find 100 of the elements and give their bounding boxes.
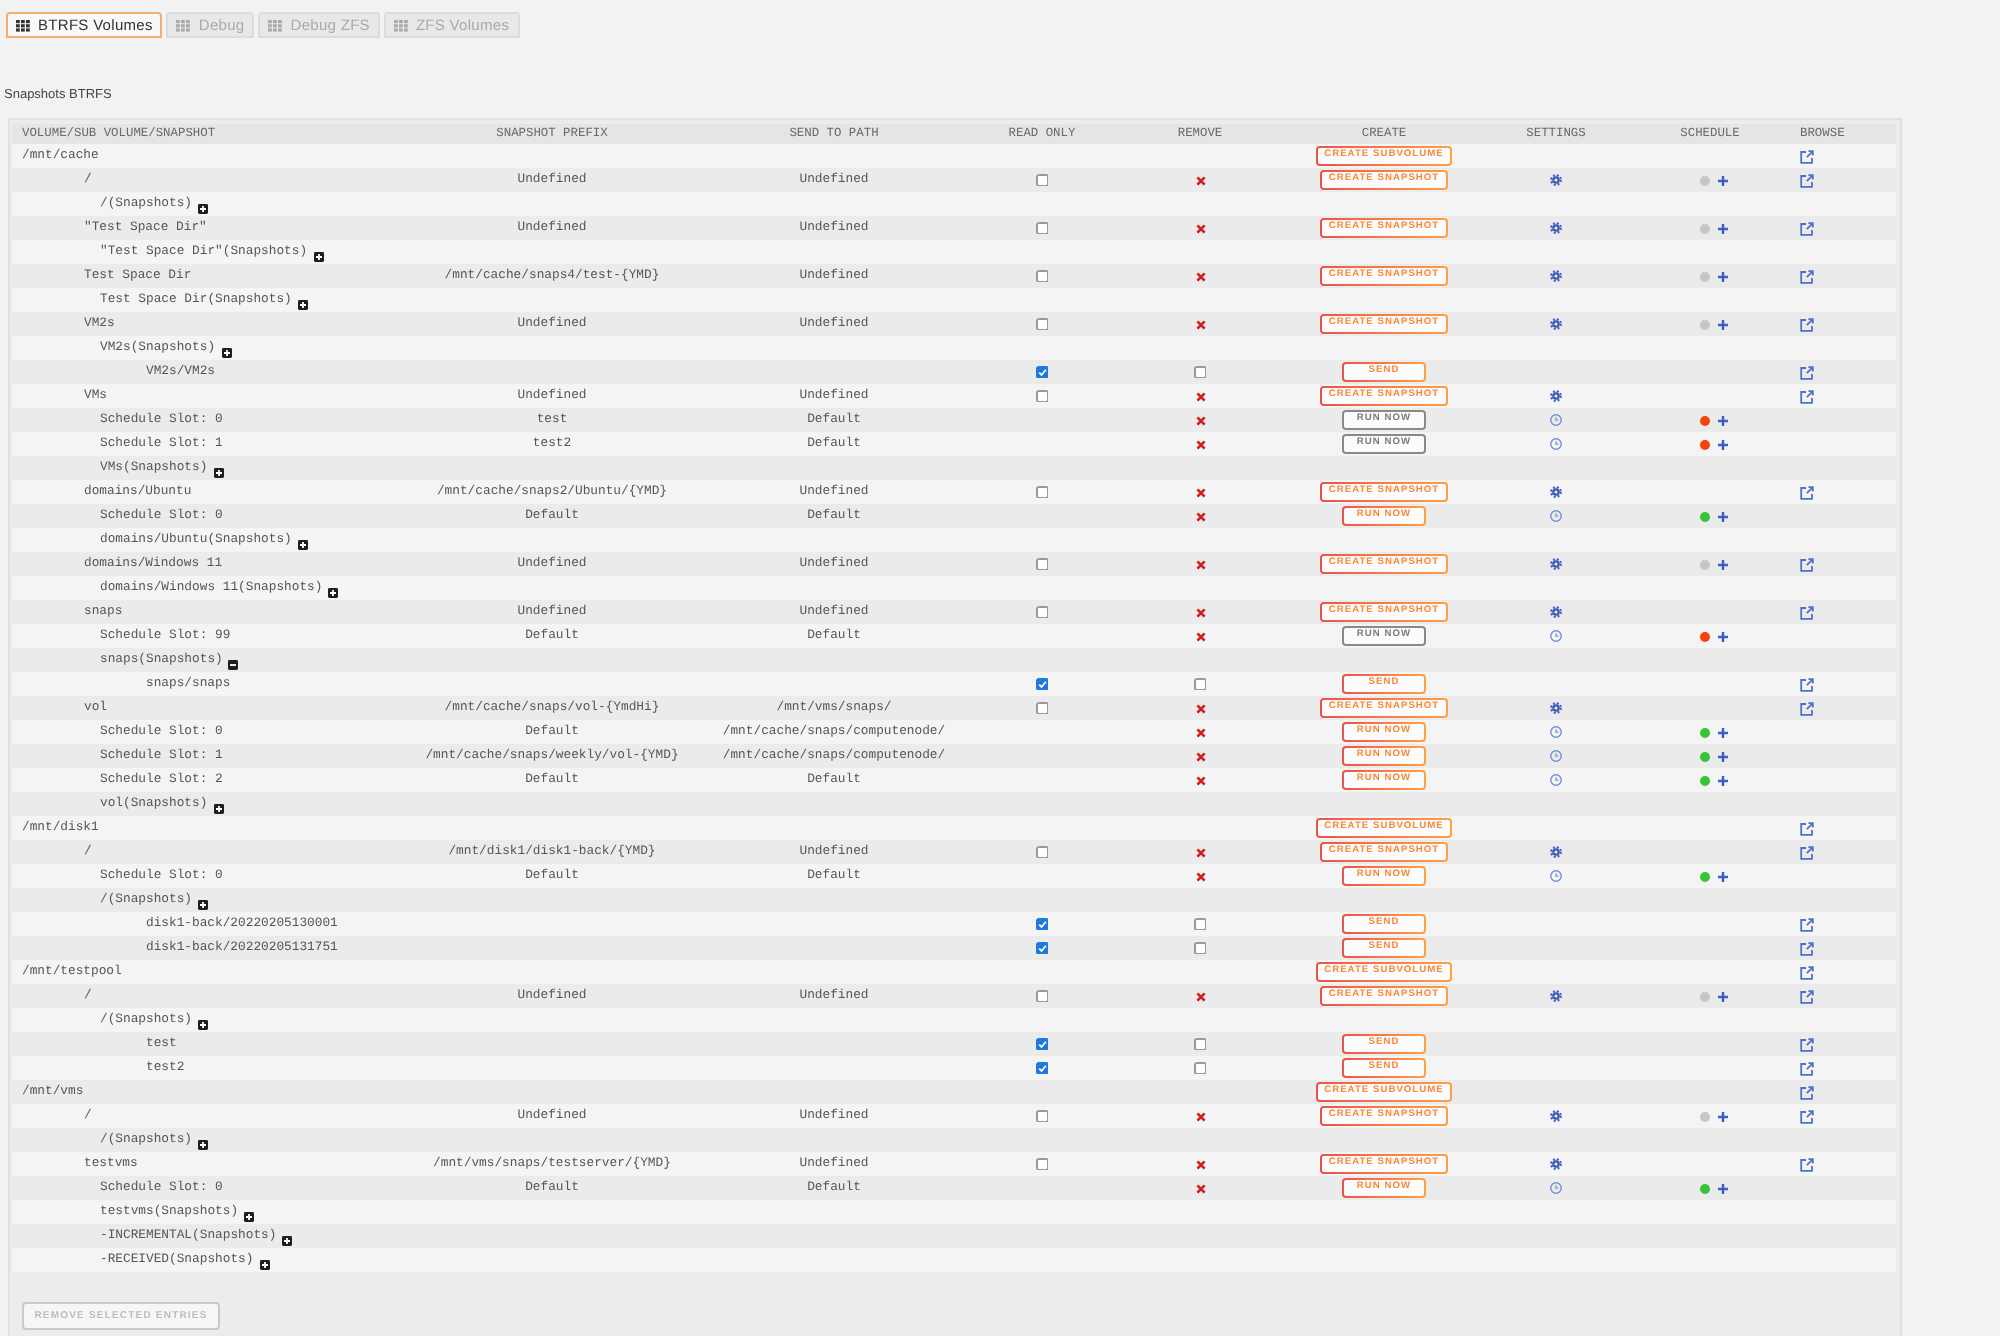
- read-only-checkbox[interactable]: [1035, 317, 1049, 331]
- settings-icon[interactable]: [1550, 1158, 1562, 1170]
- external-link-icon[interactable]: [1800, 389, 1814, 403]
- settings-icon[interactable]: [1550, 174, 1562, 186]
- clock-icon[interactable]: [1550, 1182, 1562, 1194]
- external-link-icon[interactable]: [1800, 173, 1814, 187]
- delete-icon[interactable]: [1195, 319, 1205, 329]
- plus-icon[interactable]: [1717, 727, 1727, 737]
- read-only-checkbox[interactable]: [1035, 941, 1049, 955]
- plus-icon[interactable]: [1717, 415, 1727, 425]
- plus-icon[interactable]: [1717, 1183, 1727, 1193]
- remove-checkbox[interactable]: [1193, 365, 1207, 379]
- external-link-icon[interactable]: [1800, 917, 1814, 931]
- external-link-icon[interactable]: [1800, 701, 1814, 715]
- settings-icon[interactable]: [1550, 390, 1562, 402]
- settings-icon[interactable]: [1550, 270, 1562, 282]
- plus-icon[interactable]: [1717, 559, 1727, 569]
- delete-icon[interactable]: [1195, 511, 1205, 521]
- external-link-icon[interactable]: [1800, 989, 1814, 1003]
- read-only-checkbox[interactable]: [1035, 677, 1049, 691]
- read-only-checkbox[interactable]: [1035, 701, 1049, 715]
- clock-icon[interactable]: [1550, 414, 1562, 426]
- settings-icon[interactable]: [1550, 990, 1562, 1002]
- clock-icon[interactable]: [1550, 630, 1562, 642]
- external-link-icon[interactable]: [1800, 1109, 1814, 1123]
- plus-icon[interactable]: [1717, 319, 1727, 329]
- settings-icon[interactable]: [1550, 1110, 1562, 1122]
- clock-icon[interactable]: [1550, 438, 1562, 450]
- settings-icon[interactable]: [1550, 486, 1562, 498]
- delete-icon[interactable]: [1195, 559, 1205, 569]
- external-link-icon[interactable]: [1800, 1157, 1814, 1171]
- delete-icon[interactable]: [1195, 1183, 1205, 1193]
- delete-icon[interactable]: [1195, 727, 1205, 737]
- remove-checkbox[interactable]: [1193, 677, 1207, 691]
- read-only-checkbox[interactable]: [1035, 845, 1049, 859]
- clock-icon[interactable]: [1550, 750, 1562, 762]
- plus-square-icon[interactable]: [198, 203, 209, 213]
- read-only-checkbox[interactable]: [1035, 557, 1049, 571]
- remove-checkbox[interactable]: [1193, 1037, 1207, 1051]
- plus-icon[interactable]: [1717, 223, 1727, 233]
- delete-icon[interactable]: [1195, 871, 1205, 881]
- plus-square-icon[interactable]: [213, 803, 224, 813]
- delete-icon[interactable]: [1195, 607, 1205, 617]
- settings-icon[interactable]: [1550, 846, 1562, 858]
- delete-icon[interactable]: [1195, 703, 1205, 713]
- plus-square-icon[interactable]: [198, 899, 209, 909]
- external-link-icon[interactable]: [1800, 965, 1814, 979]
- delete-icon[interactable]: [1195, 991, 1205, 1001]
- plus-square-icon[interactable]: [313, 251, 324, 261]
- external-link-icon[interactable]: [1800, 605, 1814, 619]
- remove-checkbox[interactable]: [1193, 1061, 1207, 1075]
- external-link-icon[interactable]: [1800, 845, 1814, 859]
- plus-icon[interactable]: [1717, 1111, 1727, 1121]
- read-only-checkbox[interactable]: [1035, 917, 1049, 931]
- external-link-icon[interactable]: [1800, 221, 1814, 235]
- remove-checkbox[interactable]: [1193, 941, 1207, 955]
- delete-icon[interactable]: [1195, 175, 1205, 185]
- plus-icon[interactable]: [1717, 439, 1727, 449]
- plus-square-icon[interactable]: [244, 1211, 255, 1221]
- plus-square-icon[interactable]: [198, 1139, 209, 1149]
- plus-square-icon[interactable]: [221, 347, 232, 357]
- remove-checkbox[interactable]: [1193, 917, 1207, 931]
- settings-icon[interactable]: [1550, 318, 1562, 330]
- external-link-icon[interactable]: [1800, 1061, 1814, 1075]
- plus-square-icon[interactable]: [198, 1019, 209, 1029]
- external-link-icon[interactable]: [1800, 941, 1814, 955]
- read-only-checkbox[interactable]: [1035, 1061, 1049, 1075]
- clock-icon[interactable]: [1550, 726, 1562, 738]
- delete-icon[interactable]: [1195, 223, 1205, 233]
- delete-icon[interactable]: [1195, 271, 1205, 281]
- delete-icon[interactable]: [1195, 415, 1205, 425]
- plus-icon[interactable]: [1717, 511, 1727, 521]
- delete-icon[interactable]: [1195, 775, 1205, 785]
- clock-icon[interactable]: [1550, 510, 1562, 522]
- external-link-icon[interactable]: [1800, 317, 1814, 331]
- read-only-checkbox[interactable]: [1035, 173, 1049, 187]
- read-only-checkbox[interactable]: [1035, 605, 1049, 619]
- plus-icon[interactable]: [1717, 175, 1727, 185]
- external-link-icon[interactable]: [1800, 677, 1814, 691]
- external-link-icon[interactable]: [1800, 365, 1814, 379]
- delete-icon[interactable]: [1195, 487, 1205, 497]
- external-link-icon[interactable]: [1800, 149, 1814, 163]
- read-only-checkbox[interactable]: [1035, 1037, 1049, 1051]
- settings-icon[interactable]: [1550, 558, 1562, 570]
- external-link-icon[interactable]: [1800, 557, 1814, 571]
- clock-icon[interactable]: [1550, 870, 1562, 882]
- plus-square-icon[interactable]: [328, 587, 339, 597]
- settings-icon[interactable]: [1550, 606, 1562, 618]
- delete-icon[interactable]: [1195, 631, 1205, 641]
- external-link-icon[interactable]: [1800, 821, 1814, 835]
- plus-square-icon[interactable]: [213, 467, 224, 477]
- read-only-checkbox[interactable]: [1035, 365, 1049, 379]
- external-link-icon[interactable]: [1800, 1085, 1814, 1099]
- plus-square-icon[interactable]: [282, 1235, 293, 1245]
- plus-icon[interactable]: [1717, 751, 1727, 761]
- delete-icon[interactable]: [1195, 847, 1205, 857]
- delete-icon[interactable]: [1195, 1111, 1205, 1121]
- external-link-icon[interactable]: [1800, 1037, 1814, 1051]
- minus-square-icon[interactable]: [228, 659, 239, 669]
- read-only-checkbox[interactable]: [1035, 1157, 1049, 1171]
